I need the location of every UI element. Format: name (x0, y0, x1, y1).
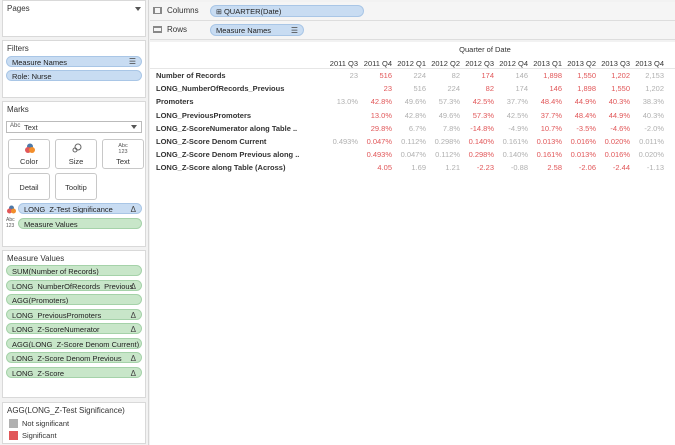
filter-pill-measure-names[interactable]: Measure Names ☰ (6, 56, 142, 67)
measure-value-pill[interactable]: AGG(LONG_Z-Score Denom Current) (6, 337, 142, 349)
text-label: Text (116, 157, 130, 166)
table-cell[interactable]: 1,202 (624, 84, 664, 93)
measure-value-pill[interactable]: AGG(Promoters) (6, 294, 142, 305)
chevron-down-icon (131, 125, 137, 129)
delta-icon: Δ (130, 281, 136, 291)
columns-pill-label: QUARTER(Date) (223, 7, 282, 16)
marks-title: Marks (7, 105, 29, 114)
delta-icon: Δ (130, 325, 136, 334)
size-label: Size (68, 157, 84, 166)
mark-type-abc-icon: Abc (10, 123, 21, 129)
table-cell[interactable]: 38.3% (624, 97, 664, 106)
pages-title: Pages (7, 4, 30, 13)
row-header[interactable]: LONG_Z-ScoreNumerator along Table .. (156, 124, 297, 133)
size-button[interactable]: Size (55, 139, 97, 169)
columns-label: Columns (167, 6, 199, 15)
measure-values-card: Measure Values SUM(Number of Records) LON… (2, 250, 146, 398)
measure-value-label: AGG(LONG_Z-Score Denom Current) (12, 339, 140, 349)
table-cell[interactable]: -2.0% (624, 124, 664, 133)
mark-type-value: Text (24, 123, 38, 132)
expand-icon: ⊞ (216, 9, 222, 16)
measure-value-label: LONG_NumberOfRecords_Previous (12, 281, 134, 291)
filter-icon: ☰ (128, 57, 136, 66)
legend-title: AGG(LONG_Z-Test Significance) (7, 406, 125, 415)
size-icon (72, 143, 82, 153)
view-area: Quarter of Date 2011 Q3 2011 Q4 2012 Q1 201… (150, 42, 675, 445)
marks-field-label: LONG_Z-Test Significance (24, 205, 113, 214)
detail-label: Detail (19, 183, 39, 192)
rows-pill-label: Measure Names (216, 26, 272, 35)
delta-icon: Δ (130, 354, 136, 363)
marks-field-label: Measure Values (24, 220, 78, 229)
columns-icon (153, 7, 162, 14)
measure-value-label: LONG_PreviousPromoters (12, 310, 102, 320)
text-button[interactable]: Abc 123 Text (102, 139, 144, 169)
columns-shelf: Columns ⊞ QUARTER(Date) (150, 2, 675, 21)
tooltip-label: Tooltip (65, 183, 87, 192)
measure-value-pill[interactable]: LONG_NumberOfRecords_Previous Δ (6, 279, 142, 291)
measure-value-label: AGG(Promoters) (12, 296, 69, 305)
delta-icon: Δ (130, 368, 136, 378)
filter-pill-label: Measure Names (12, 58, 68, 67)
measure-value-pill[interactable]: LONG_Z-Score Δ (6, 366, 142, 378)
table-cell[interactable]: -1.13 (624, 163, 664, 172)
measure-value-pill[interactable]: LONG_Z-Score Denom Previous Δ (6, 352, 142, 363)
text-abc123-icon: Abc 123 (118, 143, 128, 155)
measure-value-pill[interactable]: LONG_Z-ScoreNumerator Δ (6, 323, 142, 334)
measure-value-label: LONG_Z-Score Denom Previous (12, 354, 122, 363)
row-header[interactable]: LONG_Z-Score along Table (Across) (156, 163, 285, 172)
row-header[interactable]: Number of Records (156, 71, 226, 80)
table-cell[interactable]: 2,153 (624, 71, 664, 80)
tooltip-button[interactable]: Tooltip (55, 173, 97, 200)
row-header[interactable]: Promoters (156, 97, 194, 106)
filter-pill-label: Role: Nurse (12, 72, 52, 81)
filter-pill-role-nurse[interactable]: Role: Nurse (6, 70, 142, 81)
rows-pill-measure-names[interactable]: Measure Names ☰ (210, 24, 304, 36)
marks-field-z-test-significance[interactable]: LONG_Z-Test Significance Δ (18, 203, 142, 214)
measure-value-label: SUM(Number of Records) (12, 267, 99, 276)
table-cell[interactable]: 0.020% (624, 150, 664, 159)
columns-pill-quarter-date[interactable]: ⊞ QUARTER(Date) (210, 5, 364, 17)
table-cell[interactable]: 0.011% (624, 137, 664, 146)
measure-value-label: LONG_Z-ScoreNumerator (12, 325, 100, 334)
pages-menu-icon[interactable] (135, 7, 141, 11)
mark-type-select[interactable]: Abc Text (6, 121, 142, 133)
color-label: Color (20, 157, 38, 166)
delta-icon: Δ (130, 310, 136, 320)
filter-icon: ☰ (290, 26, 298, 35)
marks-card: Marks Abc Text Color Size Abc 123 Text De… (2, 101, 146, 247)
legend-card: AGG(LONG_Z-Test Significance) Not signif… (2, 402, 146, 444)
legend-swatch-significant[interactable] (9, 431, 18, 440)
rows-label: Rows (167, 25, 188, 34)
text-field-icon: Abc 123 (6, 217, 15, 229)
legend-swatch-not-significant[interactable] (9, 419, 18, 428)
legend-label-significant: Significant (22, 431, 57, 440)
measure-values-title: Measure Values (7, 254, 65, 263)
color-icon (25, 143, 35, 153)
rows-shelf: Rows Measure Names ☰ (150, 21, 675, 40)
color-field-icon (7, 205, 16, 214)
table-cell[interactable]: 40.3% (624, 111, 664, 120)
measure-value-pill[interactable]: SUM(Number of Records) (6, 265, 142, 276)
crosstab: Quarter of Date 2011 Q3 2011 Q4 2012 Q1 201… (150, 42, 675, 172)
row-header[interactable]: LONG_NumberOfRecords_Previous (156, 84, 284, 93)
filters-title: Filters (7, 44, 29, 53)
header-divider (150, 68, 675, 69)
super-header: Quarter of Date (459, 45, 511, 54)
measure-value-pill[interactable]: LONG_PreviousPromoters Δ (6, 308, 142, 320)
sidebar: Pages Filters Measure Names ☰ Role: Nurs… (0, 0, 149, 445)
row-header[interactable]: LONG_Z-Score Denom Current (156, 137, 266, 146)
delta-icon: Δ (130, 205, 136, 214)
row-header[interactable]: LONG_Z-Score Denom Previous along .. (156, 150, 299, 159)
legend-label-not-significant: Not significant (22, 419, 70, 428)
detail-button[interactable]: Detail (8, 173, 50, 200)
color-button[interactable]: Color (8, 139, 50, 169)
pages-card: Pages (2, 0, 146, 37)
measure-value-label: LONG_Z-Score (12, 368, 65, 378)
row-header[interactable]: LONG_PreviousPromoters (156, 111, 251, 120)
marks-field-measure-values[interactable]: Measure Values (18, 218, 142, 229)
filters-card: Filters Measure Names ☰ Role: Nurse (2, 40, 146, 98)
column-header[interactable]: 2013 Q4 (624, 59, 664, 68)
rows-icon (153, 26, 162, 33)
